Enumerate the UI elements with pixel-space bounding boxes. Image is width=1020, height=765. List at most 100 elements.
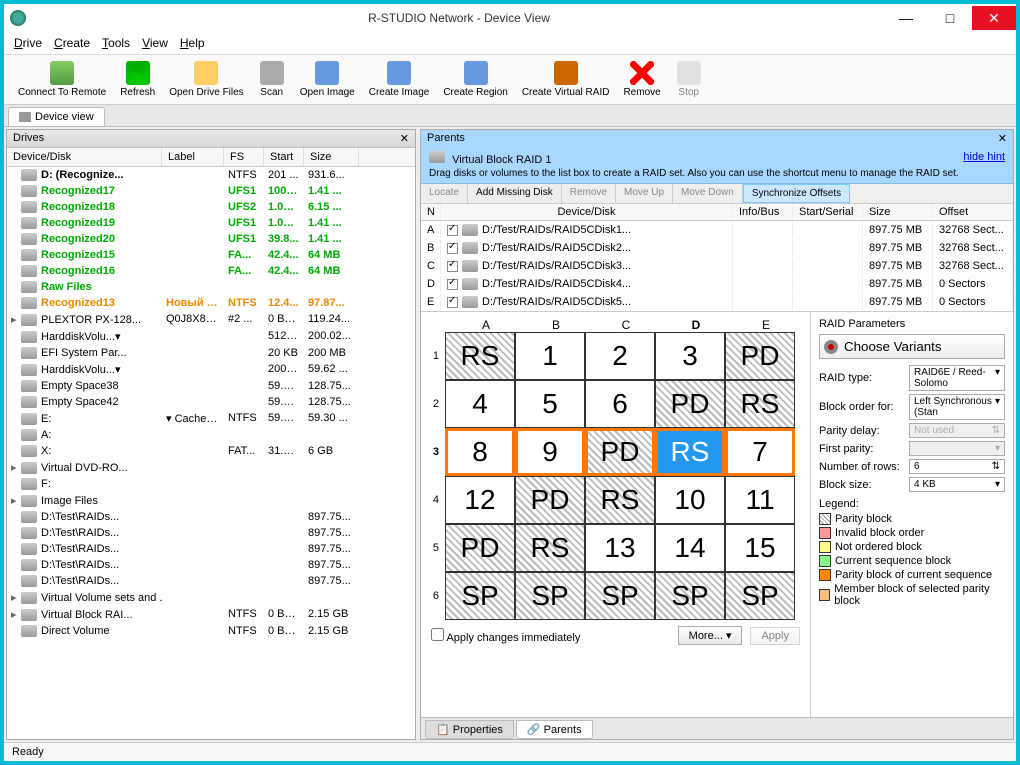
create-raid-button[interactable]: Create Virtual RAID — [516, 59, 616, 100]
create-region-button[interactable]: Create Region — [437, 59, 513, 100]
menu-drive[interactable]: Drive — [14, 36, 42, 50]
tree-row[interactable]: Recognized18UFS21.01 ...6.15 ... — [7, 199, 415, 215]
tree-row[interactable]: Recognized19UFS11.02 ...1.41 ... — [7, 215, 415, 231]
close-icon[interactable]: ✕ — [400, 132, 409, 145]
hide-hint-link[interactable]: hide hint — [963, 151, 1005, 166]
disk-row[interactable]: CD:/Test/RAIDs/RAID5CDisk3...897.75 MB32… — [421, 257, 1013, 275]
apply-button[interactable]: Apply — [750, 627, 800, 645]
menu-view[interactable]: View — [142, 36, 168, 50]
raid-type-select[interactable]: RAID6E / Reed-Solomo▾ — [909, 365, 1005, 391]
menu-help[interactable]: Help — [180, 36, 205, 50]
stop-button[interactable]: Stop — [669, 59, 709, 100]
grid-cell[interactable]: SP — [515, 572, 585, 620]
moveup-tab[interactable]: Move Up — [616, 184, 673, 203]
disk-row[interactable]: AD:/Test/RAIDs/RAID5CDisk1...897.75 MB32… — [421, 221, 1013, 239]
grid-cell[interactable]: RS — [655, 428, 725, 476]
grid-cell[interactable]: 8 — [445, 428, 515, 476]
grid-cell[interactable]: 14 — [655, 524, 725, 572]
grid-cell[interactable]: 5 — [515, 380, 585, 428]
scan-button[interactable]: Scan — [252, 59, 292, 100]
grid-cell[interactable]: RS — [445, 332, 515, 380]
grid-cell[interactable]: 6 — [585, 380, 655, 428]
tree-row[interactable]: D: (Recognize...NTFS201 ...931.6... — [7, 167, 415, 183]
grid-cell[interactable]: 2 — [585, 332, 655, 380]
add-missing-tab[interactable]: Add Missing Disk — [468, 184, 562, 203]
grid-cell[interactable]: 3 — [655, 332, 725, 380]
tree-row[interactable]: E:▾ Cache WinNTFS59.94 ...59.30 ... — [7, 410, 415, 427]
grid-cell[interactable]: SP — [445, 572, 515, 620]
menu-create[interactable]: Create — [54, 36, 90, 50]
grid-cell[interactable]: RS — [725, 380, 795, 428]
remove-tab[interactable]: Remove — [562, 184, 616, 203]
disk-row[interactable]: BD:/Test/RAIDs/RAID5CDisk2...897.75 MB32… — [421, 239, 1013, 257]
choose-variants-button[interactable]: Choose Variants — [819, 334, 1005, 359]
tree-row[interactable]: ▸Virtual Volume sets and ... — [7, 589, 415, 606]
tree-row[interactable]: Empty Space4259.82 ...128.75... — [7, 394, 415, 410]
open-drive-button[interactable]: Open Drive Files — [163, 59, 249, 100]
tree-row[interactable]: X:FAT...31.50 ...6 GB — [7, 443, 415, 459]
refresh-button[interactable]: Refresh — [114, 59, 161, 100]
grid-cell[interactable]: 10 — [655, 476, 725, 524]
open-image-button[interactable]: Open Image — [294, 59, 361, 100]
menu-tools[interactable]: Tools — [102, 36, 130, 50]
connect-button[interactable]: Connect To Remote — [12, 59, 112, 100]
drives-tree[interactable]: D: (Recognize...NTFS201 ...931.6...Recog… — [7, 167, 415, 739]
maximize-button[interactable]: □ — [928, 6, 972, 30]
tree-row[interactable]: Recognized16FA...42.4...64 MB — [7, 263, 415, 279]
tree-row[interactable]: D:\Test\RAIDs...897.75... — [7, 573, 415, 589]
grid-cell[interactable]: 12 — [445, 476, 515, 524]
apply-immediately-check[interactable]: Apply changes immediately — [431, 628, 580, 644]
close-button[interactable]: ✕ — [972, 6, 1016, 30]
grid-cell[interactable]: PD — [585, 428, 655, 476]
movedown-tab[interactable]: Move Down — [673, 184, 743, 203]
col-device[interactable]: Device/Disk — [7, 148, 162, 166]
locate-tab[interactable]: Locate — [421, 184, 468, 203]
col-start[interactable]: Start — [264, 148, 304, 166]
sync-tab[interactable]: Synchronize Offsets — [743, 184, 850, 203]
col-label[interactable]: Label — [162, 148, 224, 166]
grid-cell[interactable]: SP — [585, 572, 655, 620]
grid-cell[interactable]: SP — [725, 572, 795, 620]
tree-row[interactable]: ▸Image Files — [7, 492, 415, 509]
disk-row[interactable]: DD:/Test/RAIDs/RAID5CDisk4...897.75 MB0 … — [421, 275, 1013, 293]
grid-cell[interactable]: 7 — [725, 428, 795, 476]
tab-parents[interactable]: 🔗 Parents — [516, 720, 593, 739]
tree-row[interactable]: ▸Virtual DVD-RO... — [7, 459, 415, 476]
grid-cell[interactable]: 13 — [585, 524, 655, 572]
tree-row[interactable]: ▸Virtual Block RAI...NTFS0 Bytes2.15 GB — [7, 606, 415, 623]
grid-cell[interactable]: PD — [515, 476, 585, 524]
tab-device-view[interactable]: Device view — [8, 107, 105, 126]
grid-cell[interactable]: 9 — [515, 428, 585, 476]
tree-row[interactable]: Raw Files — [7, 279, 415, 295]
block-size-select[interactable]: 4 KB▾ — [909, 477, 1005, 492]
grid-cell[interactable]: SP — [655, 572, 725, 620]
grid-cell[interactable]: 11 — [725, 476, 795, 524]
tab-properties[interactable]: 📋 Properties — [425, 720, 514, 739]
grid-cell[interactable]: 1 — [515, 332, 585, 380]
grid-cell[interactable]: 4 — [445, 380, 515, 428]
grid-cell[interactable]: PD — [725, 332, 795, 380]
grid-cell[interactable]: PD — [445, 524, 515, 572]
tree-row[interactable]: EFI System Par...20 KB200 MB — [7, 345, 415, 361]
tree-row[interactable]: Recognized13Новый томNTFS12.4...97.87... — [7, 295, 415, 311]
minimize-button[interactable]: — — [884, 6, 928, 30]
grid-cell[interactable]: RS — [585, 476, 655, 524]
tree-row[interactable]: F: — [7, 476, 415, 492]
tree-row[interactable]: ▸PLEXTOR PX-128...Q0J8X8AF...#2 ...0 Byt… — [7, 311, 415, 328]
grid-cell[interactable]: PD — [655, 380, 725, 428]
create-image-button[interactable]: Create Image — [363, 59, 436, 100]
tree-row[interactable]: Recognized15FA...42.4...64 MB — [7, 247, 415, 263]
tree-row[interactable]: D:\Test\RAIDs...897.75... — [7, 541, 415, 557]
tree-row[interactable]: Recognized20UFS139.8...1.41 ... — [7, 231, 415, 247]
tree-row[interactable]: Empty Space3859.82 ...128.75... — [7, 378, 415, 394]
grid-cell[interactable]: RS — [515, 524, 585, 572]
disk-row[interactable]: ED:/Test/RAIDs/RAID5CDisk5...897.75 MB0 … — [421, 293, 1013, 311]
block-order-select[interactable]: Left Synchronous (Stan▾ — [909, 394, 1005, 420]
rows-spin[interactable]: 6⇅ — [909, 459, 1005, 474]
tree-row[interactable]: Direct VolumeNTFS0 Bytes2.15 GB — [7, 623, 415, 639]
tree-row[interactable]: HarddiskVolu...▾512 B...200.02... — [7, 328, 415, 345]
col-size[interactable]: Size — [304, 148, 359, 166]
grid-cell[interactable]: 15 — [725, 524, 795, 572]
tree-row[interactable]: Recognized17UFS11009...1.41 ... — [7, 183, 415, 199]
remove-button[interactable]: Remove — [617, 59, 666, 100]
